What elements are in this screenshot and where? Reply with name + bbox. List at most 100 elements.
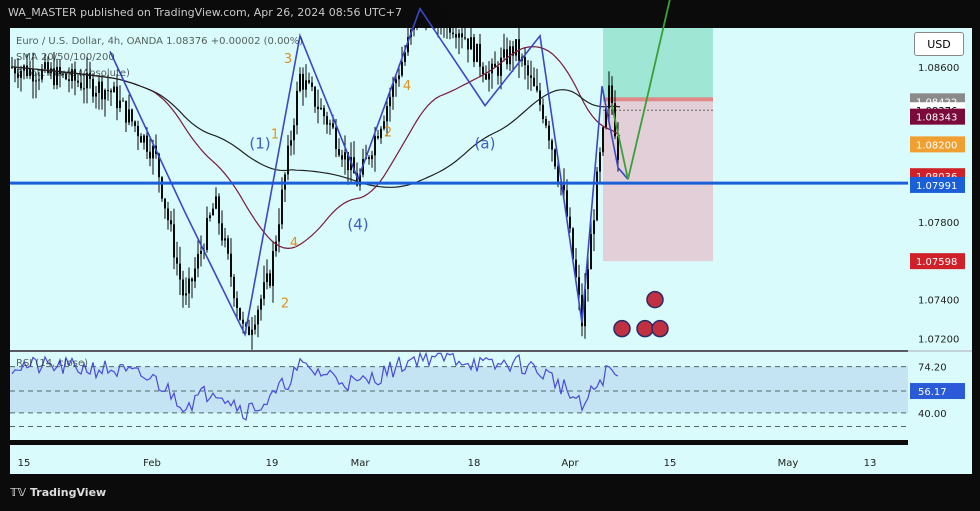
candle-body <box>98 81 100 93</box>
price-badge-label: 1.07991 <box>916 181 957 192</box>
candle-body <box>530 75 532 78</box>
candle-body <box>527 65 529 76</box>
time-tick-label: May <box>778 458 799 469</box>
publish-info: WA_MASTER published on TradingView.com, … <box>8 6 402 19</box>
candle-body <box>608 85 610 109</box>
candle-body <box>371 155 373 160</box>
candle-body <box>320 107 322 110</box>
candle-body <box>272 251 274 286</box>
candle-body <box>173 224 175 258</box>
candle-body <box>551 140 553 150</box>
candle-body <box>569 216 571 229</box>
candle-body <box>314 86 316 107</box>
candle-body <box>68 79 70 81</box>
wave-label: (1) <box>249 134 270 152</box>
symbol-legend[interactable]: Euro / U.S. Dollar, 4h, OANDA 1.08376 +0… <box>16 36 303 47</box>
candle-body <box>302 73 304 90</box>
currency-button[interactable]: USD <box>914 32 964 56</box>
wave-label: 1 <box>271 128 279 143</box>
candle-body <box>332 123 334 128</box>
candle-body <box>179 263 181 280</box>
candle-body <box>290 140 292 146</box>
candle-body <box>533 77 535 87</box>
candle-body <box>467 38 469 50</box>
candle-body <box>536 86 538 91</box>
rsi-band <box>10 366 908 413</box>
rsi-tick-label: 56.17 <box>918 387 947 398</box>
candle-body <box>461 33 463 38</box>
candle-body <box>227 238 229 254</box>
wave-label: (a) <box>475 134 496 152</box>
chart-canvas[interactable]: 31(1)24(4)24(a)1.086001.080001.078001.07… <box>0 0 980 511</box>
stop-loss-zone <box>603 101 713 262</box>
candle-body <box>503 49 505 58</box>
take-profit-zone <box>603 28 713 102</box>
header-bar: WA_MASTER published on TradingView.com, … <box>0 0 980 28</box>
candle-body <box>152 145 154 159</box>
candle-body <box>452 32 454 35</box>
candle-body <box>104 90 106 100</box>
candle-body <box>470 37 472 50</box>
candle-body <box>191 278 193 282</box>
candle-body <box>176 257 178 264</box>
candle-body <box>35 80 37 82</box>
candle-body <box>170 220 172 225</box>
candle-body <box>548 125 550 141</box>
candle-body <box>197 253 199 269</box>
candle-body <box>194 268 196 282</box>
candle-body <box>539 90 541 105</box>
candle-body <box>455 34 457 38</box>
candle-body <box>236 298 238 308</box>
candle-body <box>488 73 490 80</box>
candle-body <box>206 218 208 250</box>
time-tick-label: 15 <box>18 458 31 469</box>
candle-body <box>83 88 85 90</box>
tv-icon: 𝕋𝕍 <box>10 486 30 499</box>
candle-body <box>164 198 166 209</box>
candle-body <box>125 100 127 123</box>
time-tick-label: 19 <box>266 458 279 469</box>
candle-body <box>239 307 241 320</box>
candle-body <box>395 79 397 84</box>
price-tick-label: 1.07400 <box>918 296 959 307</box>
event-flag-icon <box>636 319 654 338</box>
time-tick-label: 18 <box>468 458 481 469</box>
rsi-legend[interactable]: RSI (14, close) <box>16 358 88 369</box>
candle-body <box>374 136 376 156</box>
candle-body <box>233 276 235 299</box>
wave-label: 4 <box>290 236 298 251</box>
elliott-legend[interactable]: Elliott Wave (Absolute) <box>16 68 130 79</box>
candle-body <box>593 220 595 235</box>
wave-label: 3 <box>284 52 292 67</box>
candle-body <box>338 149 340 156</box>
candle-body <box>122 100 124 102</box>
candle-body <box>215 196 217 209</box>
candle-body <box>218 196 220 224</box>
candle-body <box>335 127 337 150</box>
candle-body <box>542 104 544 119</box>
sma-legend[interactable]: SMA 20/50/100/200 <box>16 52 115 63</box>
candle-body <box>116 86 118 109</box>
candle-body <box>134 121 136 126</box>
candle-body <box>167 208 169 221</box>
candle-body <box>113 86 115 93</box>
candle-body <box>281 189 283 225</box>
wave-label: (4) <box>347 216 368 234</box>
candle-body <box>341 155 343 160</box>
event-flag-icon <box>646 290 664 309</box>
candle-body <box>248 326 250 335</box>
candle-body <box>149 151 151 159</box>
candle-body <box>278 224 280 242</box>
candle-body <box>377 136 379 139</box>
candle-body <box>563 184 565 191</box>
candle-body <box>101 81 103 100</box>
candle-body <box>110 90 112 93</box>
candle-body <box>587 269 589 289</box>
candle-body <box>482 66 484 75</box>
price-tick-label: 1.07800 <box>918 218 959 229</box>
candle-body <box>590 234 592 270</box>
candle-body <box>200 250 202 254</box>
candle-body <box>293 125 295 141</box>
candle-body <box>458 33 460 38</box>
candle-body <box>251 329 253 335</box>
